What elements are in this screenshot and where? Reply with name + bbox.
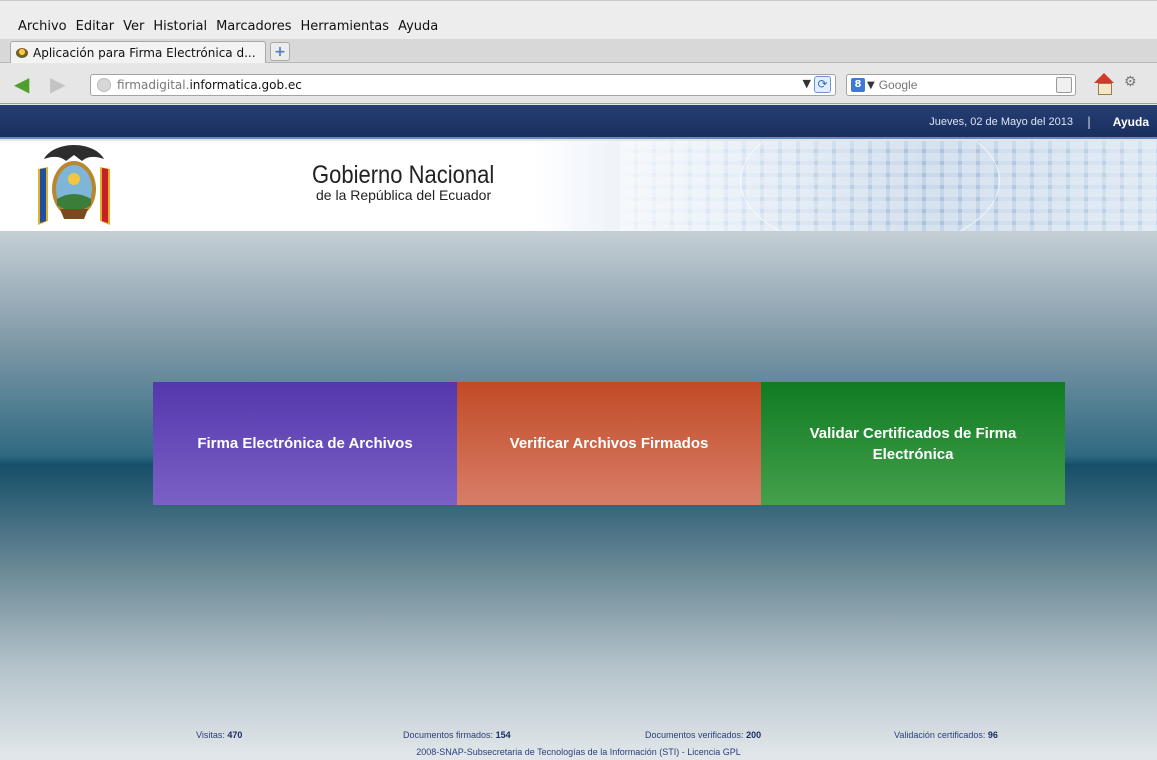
- forward-arrow-icon[interactable]: ▶: [50, 74, 72, 94]
- menu-ayuda[interactable]: Ayuda: [398, 19, 438, 34]
- separator: |: [1086, 115, 1091, 129]
- ecuador-coat-of-arms-icon: [38, 145, 110, 225]
- browser-tab[interactable]: Aplicación para Firma Electrónica d...: [10, 41, 266, 63]
- signed-value: 154: [495, 730, 511, 740]
- verified-value: 200: [746, 730, 762, 740]
- help-link[interactable]: Ayuda: [1113, 115, 1149, 129]
- verified-stat: Documentos verificados: 200: [645, 730, 761, 740]
- menu-ver[interactable]: Ver: [123, 19, 144, 34]
- current-date: Jueves, 02 de Mayo del 2013: [929, 116, 1073, 128]
- url-text: firmadigital.informatica.gob.ec: [117, 78, 302, 92]
- tab-title: Aplicación para Firma Electrónica d...: [33, 45, 256, 60]
- tab-strip: Aplicación para Firma Electrónica d... +: [0, 39, 1157, 63]
- url-domain: informatica.gob.ec: [189, 78, 302, 92]
- site-identity-icon[interactable]: [97, 78, 111, 92]
- engine-dropdown-icon[interactable]: ▼: [867, 80, 875, 91]
- back-arrow-icon[interactable]: ◀: [14, 74, 36, 94]
- home-icon[interactable]: [1092, 73, 1116, 95]
- verify-files-tile[interactable]: Verificar Archivos Firmados: [457, 382, 761, 505]
- navigation-bar: ◀ ▶ firmadigital.informatica.gob.ec ▼ ⟳ …: [0, 64, 1157, 104]
- validate-certificates-tile[interactable]: Validar Certificados de Firma Electrónic…: [761, 382, 1065, 505]
- web-page: Jueves, 02 de Mayo del 2013 | Ayuda Gobi…: [0, 105, 1157, 760]
- search-go-icon[interactable]: [1056, 77, 1072, 93]
- menu-archivo[interactable]: Archivo: [18, 19, 67, 34]
- header-curve-decoration: [740, 141, 1000, 231]
- menu-editar[interactable]: Editar: [76, 19, 115, 34]
- google-engine-icon[interactable]: 8: [851, 78, 865, 92]
- signed-label: Documentos firmados:: [403, 730, 494, 740]
- header-title: Gobierno Nacional: [312, 161, 495, 189]
- menu-herramientas[interactable]: Herramientas: [301, 19, 390, 34]
- visits-label: Visitas:: [196, 730, 225, 740]
- reload-icon[interactable]: ⟳: [814, 76, 831, 93]
- validation-label: Validación certificados:: [894, 730, 986, 740]
- new-tab-button[interactable]: +: [270, 42, 290, 61]
- stats-bar: Visitas: 470 Documentos firmados: 154 Do…: [0, 730, 1157, 744]
- site-top-bar: Jueves, 02 de Mayo del 2013 | Ayuda: [0, 105, 1157, 139]
- search-input[interactable]: [878, 78, 1039, 92]
- url-dropdown-icon[interactable]: ▼: [803, 77, 811, 90]
- header-subtitle: de la República del Ecuador: [316, 187, 492, 203]
- search-bar: 8 ▼: [846, 74, 1076, 96]
- validation-value: 96: [987, 730, 998, 740]
- signed-stat: Documentos firmados: 154: [403, 730, 511, 740]
- validation-stat: Validación certificados: 96: [894, 730, 998, 740]
- menu-bar: Archivo Editar Ver Historial Marcadores …: [0, 0, 1157, 39]
- address-bar[interactable]: firmadigital.informatica.gob.ec ▼ ⟳: [90, 74, 836, 96]
- url-host: firmadigital.: [117, 78, 190, 92]
- menu-marcadores[interactable]: Marcadores: [216, 19, 291, 34]
- footer-text: 2008-SNAP-Subsecretaria de Tecnologías d…: [416, 747, 741, 757]
- sign-files-tile[interactable]: Firma Electrónica de Archivos: [153, 382, 457, 505]
- verified-label: Documentos verificados:: [645, 730, 744, 740]
- tools-icon[interactable]: ⚙: [1124, 74, 1137, 90]
- ecuador-crest-favicon-icon: [15, 46, 29, 60]
- menu-historial[interactable]: Historial: [153, 19, 207, 34]
- main-tiles: Firma Electrónica de Archivos Verificar …: [153, 382, 1065, 505]
- site-header: Gobierno Nacional de la República del Ec…: [0, 141, 1157, 231]
- visits-stat: Visitas: 470: [196, 730, 242, 740]
- visits-value: 470: [227, 730, 243, 740]
